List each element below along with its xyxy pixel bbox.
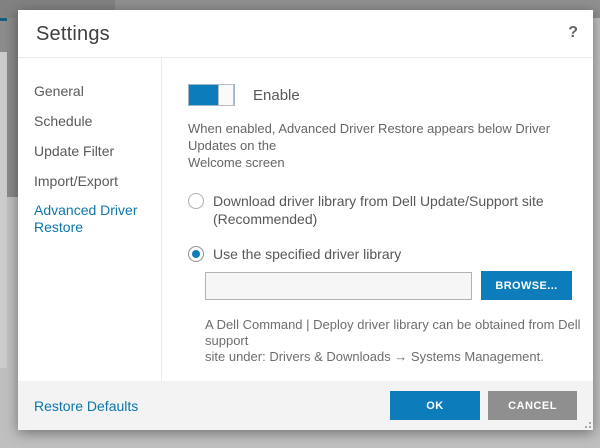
download-library-radio-label[interactable]: Download driver library from Dell Update… — [213, 192, 544, 228]
library-note-line1: A Dell Command | Deploy driver library c… — [205, 317, 580, 348]
background-right-strip — [0, 0, 7, 368]
enable-toggle-row: Enable — [188, 84, 593, 106]
sidebar-item-general[interactable]: General — [34, 82, 161, 100]
specified-library-radio[interactable] — [188, 246, 204, 262]
sidebar-item-import-export[interactable]: Import/Export — [34, 172, 161, 190]
resize-grip-icon[interactable] — [583, 420, 591, 428]
help-icon[interactable]: ? — [568, 24, 578, 42]
radio-row-download: Download driver library from Dell Update… — [188, 192, 593, 228]
feature-description-line2: Welcome screen — [188, 155, 285, 170]
enable-toggle[interactable] — [188, 84, 235, 106]
cancel-button[interactable]: CANCEL — [488, 391, 577, 420]
sidebar-item-schedule[interactable]: Schedule — [34, 112, 161, 130]
advanced-driver-restore-panel: Enable When enabled, Advanced Driver Res… — [162, 58, 593, 381]
ok-button[interactable]: OK — [390, 391, 480, 420]
feature-description: When enabled, Advanced Driver Restore ap… — [188, 120, 593, 171]
sidebar-item-update-filter[interactable]: Update Filter — [34, 142, 161, 160]
sidebar: General Schedule Update Filter Import/Ex… — [18, 58, 162, 381]
enable-toggle-label: Enable — [253, 87, 300, 104]
download-library-label-line1: Download driver library from Dell Update… — [213, 193, 544, 209]
download-library-radio[interactable] — [188, 193, 204, 209]
screen: Settings ? General Schedule Update Filte… — [0, 0, 600, 448]
page-title: Settings — [36, 23, 110, 46]
library-path-input[interactable] — [205, 272, 472, 300]
specified-library-radio-label[interactable]: Use the specified driver library — [213, 245, 401, 263]
dialog-footer: Restore Defaults OK CANCEL — [18, 381, 593, 430]
feature-description-line1: When enabled, Advanced Driver Restore ap… — [188, 121, 550, 153]
radio-row-specified: Use the specified driver library — [188, 245, 593, 263]
library-note-line2: site under: Drivers & Downloads → System… — [205, 349, 544, 364]
settings-dialog: Settings ? General Schedule Update Filte… — [18, 10, 593, 430]
sidebar-item-advanced-driver-restore[interactable]: Advanced Driver Restore — [34, 202, 161, 236]
library-note: A Dell Command | Deploy driver library c… — [205, 317, 593, 365]
restore-defaults-link[interactable]: Restore Defaults — [34, 398, 138, 414]
browse-button[interactable]: BROWSE... — [481, 271, 572, 300]
download-library-label-line2: (Recommended) — [213, 211, 317, 227]
dialog-body: General Schedule Update Filter Import/Ex… — [18, 58, 593, 381]
toggle-knob — [218, 84, 234, 106]
library-path-row: BROWSE... — [205, 271, 593, 300]
dialog-header: Settings ? — [18, 10, 593, 58]
